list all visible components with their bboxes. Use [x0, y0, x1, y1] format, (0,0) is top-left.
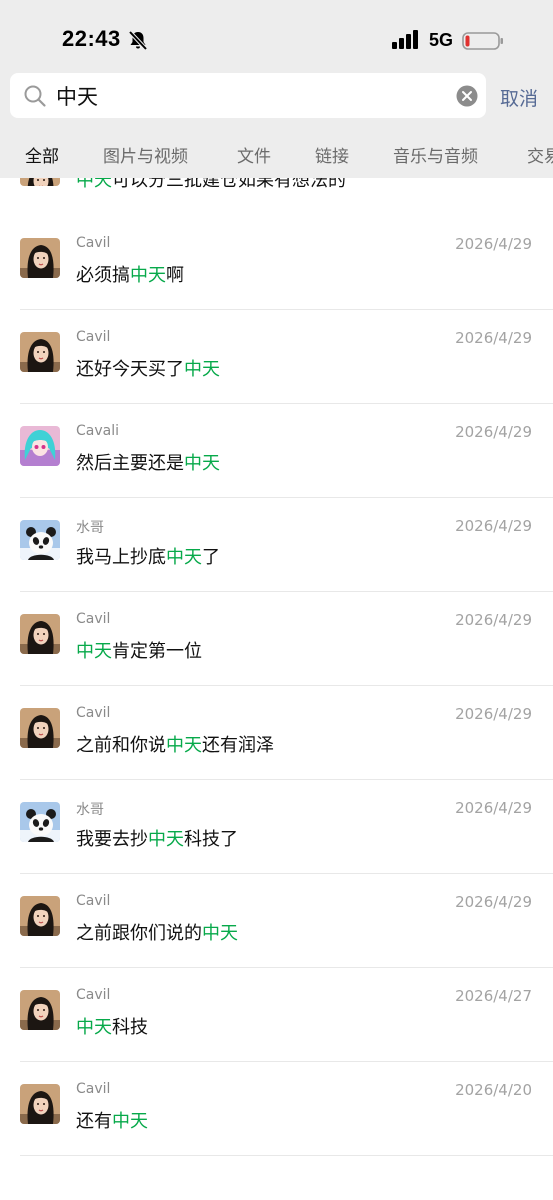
- message-text: 中天可以分三批建仓如果有想法的: [76, 178, 346, 191]
- woman-avatar: [20, 708, 60, 748]
- message-text: 中天科技: [76, 1017, 148, 1038]
- search-box[interactable]: [10, 73, 486, 118]
- cancel-button[interactable]: 取消: [500, 84, 538, 111]
- woman-avatar: [20, 332, 60, 372]
- message-date: 2026/4/29: [455, 893, 532, 911]
- search-input[interactable]: [56, 73, 446, 118]
- clear-icon[interactable]: [456, 85, 478, 107]
- message-text: 我要去抄中天科技了: [76, 829, 238, 850]
- network-type: 5G: [429, 30, 454, 50]
- result-row[interactable]: Cavil 2026/4/27 中天科技: [0, 968, 553, 1062]
- result-row[interactable]: Cavil 2026/4/29 之前和你说中天还有润泽: [0, 686, 553, 780]
- sender-name: Cavil: [76, 329, 111, 345]
- search-icon: [24, 85, 46, 107]
- message-text: 还有中天: [76, 1111, 148, 1132]
- result-row[interactable]: Cavil 2026/4/29 中天肯定第一位: [0, 592, 553, 686]
- tab-files[interactable]: 文件: [237, 142, 271, 167]
- result-row-partial[interactable]: 中天可以分三批建仓如果有想法的: [0, 178, 553, 216]
- filter-tabs: 全部 图片与视频 文件 链接 音乐与音频 交易: [0, 138, 553, 178]
- message-text: 中天肯定第一位: [76, 641, 202, 662]
- header: 22:43 5G 取消: [0, 0, 553, 178]
- result-row[interactable]: Cavil 2026/4/29 必须搞中天啊: [0, 216, 553, 310]
- woman-avatar: [20, 896, 60, 936]
- sender-name: 水哥: [76, 520, 104, 536]
- message-text: 我马上抄底中天了: [76, 547, 220, 568]
- status-time: 22:43: [62, 26, 121, 51]
- woman-avatar: [20, 614, 60, 654]
- woman-avatar: [20, 990, 60, 1030]
- message-date: 2026/4/29: [455, 329, 532, 347]
- result-row[interactable]: Cavil 2026/4/29 还好今天买了中天: [0, 310, 553, 404]
- sender-name: Cavil: [76, 893, 111, 909]
- message-text: 之前跟你们说的中天: [76, 923, 238, 944]
- sender-name: Cavil: [76, 705, 111, 721]
- message-date: 2026/4/29: [455, 705, 532, 723]
- tab-all[interactable]: 全部: [25, 142, 59, 167]
- message-text: 必须搞中天啊: [76, 265, 184, 286]
- signal-icon: [392, 30, 418, 49]
- woman-avatar: [20, 178, 60, 186]
- message-date: 2026/4/29: [455, 423, 532, 441]
- result-row[interactable]: Cavil 2026/4/20 还有中天: [0, 1062, 553, 1156]
- tab-images-videos[interactable]: 图片与视频: [103, 142, 188, 167]
- panda-avatar: [20, 520, 60, 560]
- result-row[interactable]: 水哥 2026/4/29 我要去抄中天科技了: [0, 780, 553, 874]
- anime-avatar: [20, 426, 60, 466]
- tab-transactions[interactable]: 交易: [527, 142, 553, 167]
- message-date: 2026/4/27: [455, 987, 532, 1005]
- sender-name: Cavil: [76, 987, 111, 1003]
- sender-name: 水哥: [76, 802, 104, 818]
- message-date: 2026/4/29: [455, 611, 532, 629]
- panda-avatar: [20, 802, 60, 842]
- message-text: 还好今天买了中天: [76, 359, 220, 380]
- battery-icon: [462, 32, 503, 50]
- message-date: 2026/4/29: [455, 799, 532, 817]
- message-date: 2026/4/29: [455, 517, 532, 535]
- search-results-list: 中天可以分三批建仓如果有想法的 Cavil 2026/4/29 必须搞中天啊 C…: [0, 178, 553, 1200]
- bell-muted-icon: [128, 30, 148, 51]
- message-date: 2026/4/29: [455, 235, 532, 253]
- divider: [20, 1155, 553, 1156]
- message-text: 之前和你说中天还有润泽: [76, 735, 274, 756]
- woman-avatar: [20, 1084, 60, 1124]
- tab-music-audio[interactable]: 音乐与音频: [393, 142, 478, 167]
- sender-name: Cavali: [76, 423, 119, 439]
- sender-name: Cavil: [76, 611, 111, 627]
- woman-avatar: [20, 238, 60, 278]
- message-text: 然后主要还是中天: [76, 453, 220, 474]
- result-row[interactable]: Cavil 2026/4/29 之前跟你们说的中天: [0, 874, 553, 968]
- tab-links[interactable]: 链接: [315, 142, 349, 167]
- sender-name: Cavil: [76, 1081, 111, 1097]
- status-bar: 22:43 5G: [0, 0, 553, 72]
- result-row[interactable]: 水哥 2026/4/29 我马上抄底中天了: [0, 498, 553, 592]
- sender-name: Cavil: [76, 235, 111, 251]
- message-date: 2026/4/20: [455, 1081, 532, 1099]
- result-row[interactable]: Cavali 2026/4/29 然后主要还是中天: [0, 404, 553, 498]
